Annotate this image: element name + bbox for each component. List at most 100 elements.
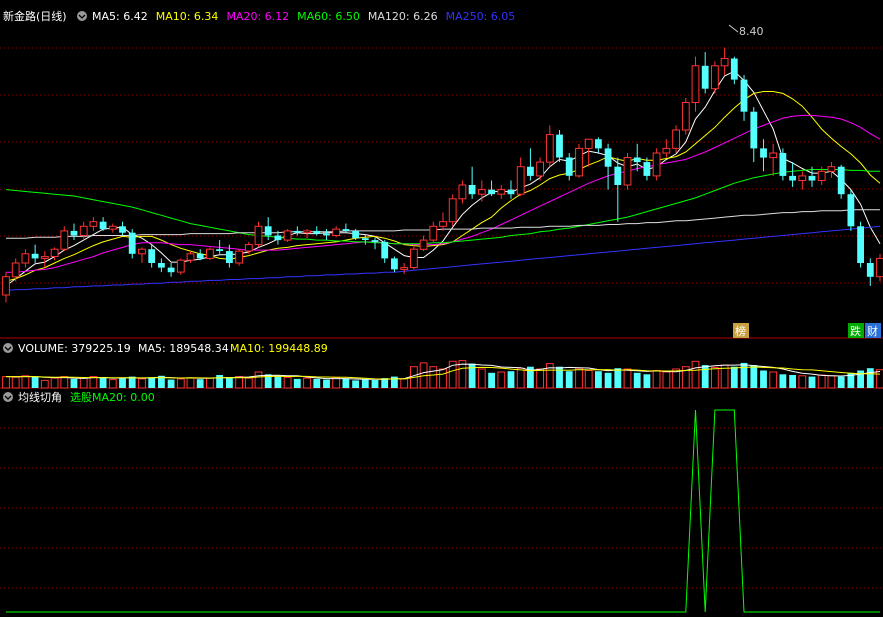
volume-bar bbox=[584, 370, 593, 389]
volume-bar bbox=[769, 371, 778, 389]
candle bbox=[410, 244, 418, 270]
volume-bar bbox=[595, 371, 602, 388]
volume-bar bbox=[206, 377, 214, 389]
candle bbox=[439, 212, 447, 231]
candle bbox=[652, 148, 661, 181]
volume-bar bbox=[186, 377, 195, 389]
indicator-name: 均线切角 bbox=[18, 390, 62, 404]
candle bbox=[158, 258, 165, 273]
candle bbox=[119, 221, 126, 236]
candle bbox=[750, 107, 758, 163]
candle bbox=[614, 157, 622, 222]
volume-bar bbox=[371, 380, 379, 388]
ma-legend-item: MA10: 6.34 bbox=[156, 10, 219, 23]
volume-bar bbox=[226, 377, 233, 388]
candle bbox=[235, 249, 243, 266]
candle bbox=[720, 47, 729, 76]
volume-bar bbox=[108, 379, 117, 389]
indicator-dropdown-icon[interactable] bbox=[3, 392, 13, 402]
volume-bar bbox=[507, 371, 515, 388]
volume-bar bbox=[711, 366, 719, 389]
volume-bar bbox=[138, 378, 146, 389]
volume-ma5: MA5: 189548.34 bbox=[138, 342, 229, 355]
volume-bar bbox=[254, 371, 263, 389]
ma-legend-item: MA20: 6.12 bbox=[226, 10, 289, 23]
candle bbox=[527, 148, 534, 181]
volume-bar bbox=[623, 368, 632, 389]
candle bbox=[21, 249, 30, 268]
candle bbox=[89, 217, 98, 231]
volume-dropdown-icon[interactable] bbox=[3, 343, 13, 353]
candle bbox=[681, 97, 690, 135]
candle bbox=[283, 229, 292, 242]
candle bbox=[70, 223, 78, 241]
badge-cai[interactable]: 财 bbox=[865, 323, 881, 338]
volume-bar bbox=[760, 370, 767, 388]
candle bbox=[458, 180, 467, 204]
candle bbox=[79, 221, 88, 241]
signal-line bbox=[6, 409, 880, 613]
volume-bar bbox=[643, 374, 651, 388]
candle bbox=[633, 143, 641, 172]
candle bbox=[760, 139, 767, 172]
volume-bar bbox=[21, 375, 30, 389]
volume-bar bbox=[283, 376, 292, 389]
volume-bar bbox=[313, 378, 321, 388]
volume-bar bbox=[808, 376, 816, 388]
volume-bar bbox=[60, 376, 69, 389]
candle bbox=[672, 125, 681, 153]
ma-legend-item: MA60: 6.50 bbox=[297, 10, 360, 23]
candle bbox=[429, 221, 438, 242]
price-dropdown-icon[interactable] bbox=[77, 11, 87, 21]
candle bbox=[419, 235, 428, 252]
candle bbox=[516, 157, 525, 197]
stock-title: 新金路(日线) bbox=[3, 9, 67, 23]
volume-bar bbox=[730, 366, 738, 388]
volume-bar bbox=[40, 379, 49, 389]
candle bbox=[31, 244, 39, 263]
candle bbox=[381, 240, 389, 263]
candle bbox=[584, 138, 593, 167]
volume-bar bbox=[750, 365, 758, 388]
stock-chart[interactable]: 新金路(日线) MA5: 6.42 MA10: 6.34 MA20: 6.12 MA6… bbox=[0, 0, 883, 617]
candle bbox=[876, 253, 883, 282]
volume-bar bbox=[235, 376, 243, 389]
ma-legend: MA5: 6.42 MA10: 6.34 MA20: 6.12 MA60: 6.50 M… bbox=[92, 10, 515, 23]
candle bbox=[711, 61, 719, 94]
candle bbox=[254, 221, 263, 248]
candle bbox=[866, 258, 874, 286]
volume-bar bbox=[50, 377, 59, 389]
ma-line-ma60 bbox=[5, 169, 880, 245]
ma-line-ma10 bbox=[5, 91, 881, 282]
candle bbox=[507, 180, 515, 199]
candle bbox=[148, 244, 156, 268]
candle bbox=[857, 221, 864, 268]
candle bbox=[769, 143, 778, 176]
high-price-label: 8.40 bbox=[739, 25, 764, 38]
volume-bar bbox=[614, 368, 622, 388]
ma-legend-item: MA250: 6.05 bbox=[446, 10, 516, 23]
volume-bar bbox=[119, 378, 126, 388]
volume-bar bbox=[429, 366, 438, 389]
volume-bar bbox=[342, 378, 350, 388]
volume-bar bbox=[352, 380, 359, 388]
volume-bar bbox=[89, 376, 98, 389]
candle bbox=[2, 272, 10, 303]
candle bbox=[332, 226, 341, 238]
volume-ma10: MA10: 199448.89 bbox=[230, 342, 328, 355]
candle bbox=[176, 258, 185, 275]
candle bbox=[400, 262, 409, 274]
candle bbox=[108, 223, 117, 233]
badge-bang[interactable]: 榜 bbox=[733, 323, 749, 338]
candle bbox=[643, 157, 651, 181]
candle bbox=[138, 247, 146, 263]
volume-bar bbox=[866, 368, 874, 388]
volume-bar bbox=[604, 372, 612, 388]
volume-bar bbox=[536, 368, 545, 389]
volume-bar bbox=[652, 370, 661, 389]
volume-bar bbox=[293, 378, 301, 388]
volume-bar bbox=[798, 375, 807, 389]
badge-die[interactable]: 跌 bbox=[848, 323, 864, 338]
volume-bar bbox=[361, 379, 369, 388]
candle bbox=[60, 226, 69, 252]
